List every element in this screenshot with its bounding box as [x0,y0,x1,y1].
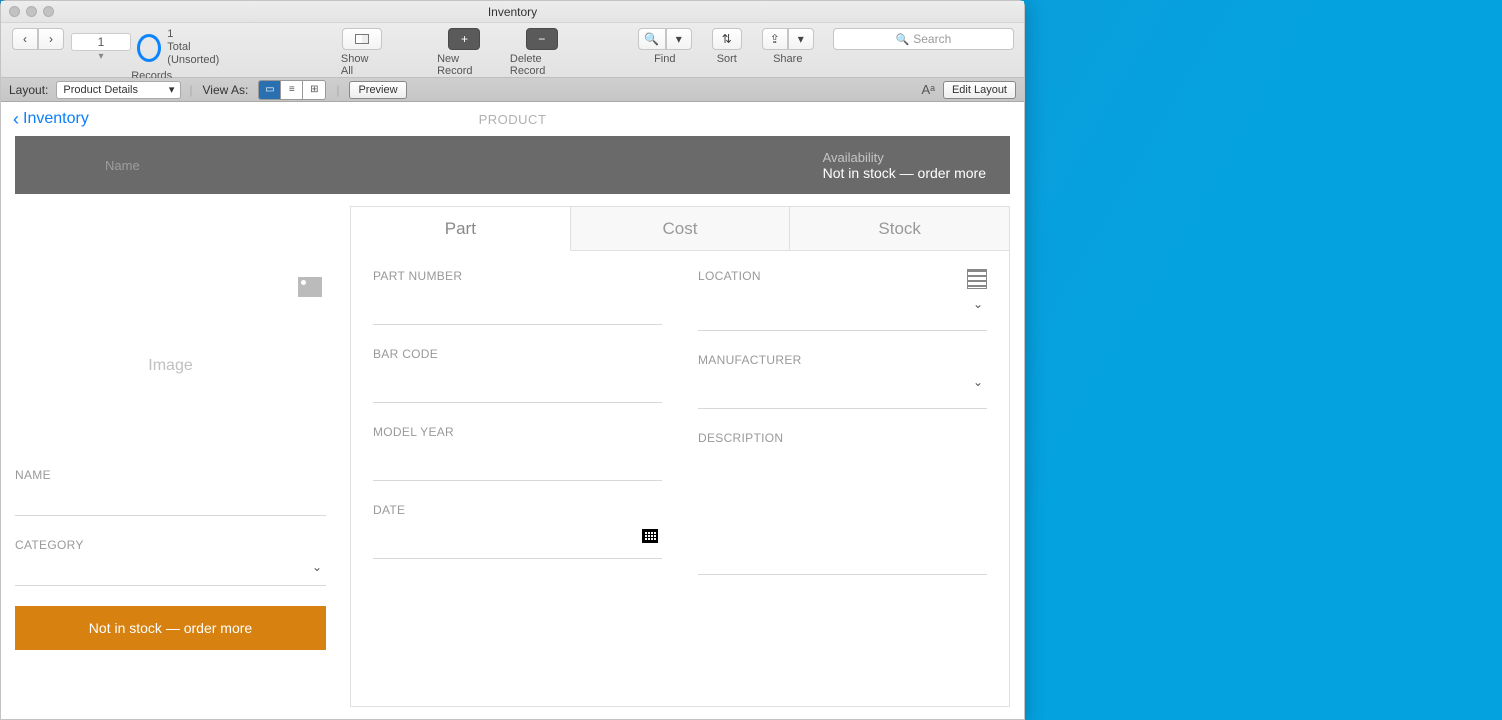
show-all-label: Show All [341,53,383,77]
list-icon[interactable] [967,269,987,289]
tab-cost[interactable]: Cost [571,207,791,251]
description-field[interactable] [698,445,987,575]
sort-label: Sort [717,53,737,65]
page-heading: PRODUCT [1,112,1024,127]
chevron-down-icon: ⌄ [973,297,983,311]
share-icon: ⇪ [770,32,780,46]
cards-icon [355,34,369,44]
find-label: Find [654,53,675,65]
record-pie-icon [137,34,161,62]
left-column: Image NAME CATEGORY ⌄ Not in stock — ord… [15,206,350,707]
record-banner: Name Availability Not in stock — order m… [15,136,1010,194]
app-window: Inventory ‹ › 1 ▾ 1 To [0,0,1025,720]
viewas-list[interactable]: ≡ [281,81,303,99]
record-sort-state: Total (Unsorted) [167,41,232,67]
location-label: LOCATION [698,269,967,283]
stock-status-button[interactable]: Not in stock — order more [15,606,326,650]
model-year-field[interactable] [373,439,662,481]
tab-stock[interactable]: Stock [790,207,1009,251]
next-record-button[interactable]: › [38,28,64,50]
record-index-field[interactable]: 1 [71,33,131,51]
layout-dropdown[interactable]: Product Details ▾ [56,81,181,99]
preview-button[interactable]: Preview [349,81,406,99]
chevron-down-icon: ⌄ [312,560,322,574]
viewas-form[interactable]: ▭ [259,81,281,99]
find-menu-button[interactable]: ▾ [666,28,692,50]
manufacturer-field[interactable]: ⌄ [698,367,987,409]
show-all-button[interactable] [342,28,382,50]
search-icon: 🔍 [896,33,910,46]
part-number-label: PART NUMBER [373,269,662,283]
manufacturer-label: MANUFACTURER [698,353,987,367]
banner-name-label: Name [105,158,823,173]
category-field-label: CATEGORY [15,538,326,552]
layout-label: Layout: [9,83,48,97]
bar-code-label: BAR CODE [373,347,662,361]
part-number-field[interactable] [373,283,662,325]
search-input[interactable]: 🔍 Search [833,28,1014,50]
viewas-label: View As: [203,83,249,97]
search-placeholder: Search [913,32,951,46]
viewas-table[interactable]: ⊞ [303,81,325,99]
model-year-label: MODEL YEAR [373,425,662,439]
share-menu-button[interactable]: ▾ [788,28,814,50]
edit-layout-button[interactable]: Edit Layout [943,81,1016,99]
bar-code-field[interactable] [373,361,662,403]
new-record-button[interactable]: + [448,28,480,50]
date-label: DATE [373,503,662,517]
chevron-down-icon: ▾ [169,83,175,96]
share-button[interactable]: ⇪ [762,28,788,50]
main-toolbar: ‹ › 1 ▾ 1 Total (Unsorted) Records [1,23,1024,78]
name-field[interactable] [15,482,326,516]
text-formatting-icon[interactable]: Aᵃ [921,82,935,97]
find-button[interactable]: 🔍 [638,28,666,50]
content-area: ‹ Inventory PRODUCT Name Availability No… [1,102,1024,719]
search-icon: 🔍 [644,32,659,46]
prev-record-button[interactable]: ‹ [12,28,38,50]
image-placeholder: Image [148,357,192,375]
titlebar: Inventory [1,1,1024,23]
sort-icon: ⇅ [722,32,732,46]
chevron-down-icon: ⌄ [973,375,983,389]
calendar-icon[interactable] [642,529,658,543]
delete-record-label: Delete Record [510,53,574,77]
name-field-label: NAME [15,468,326,482]
layout-value: Product Details [63,84,138,96]
detail-panel: Part Cost Stock PART NUMBER BAR CODE MOD… [350,206,1010,707]
banner-availability-value: Not in stock — order more [823,165,986,181]
layout-bar: Layout: Product Details ▾ | View As: ▭ ≡… [1,78,1024,102]
date-field[interactable] [373,517,662,559]
category-field[interactable]: ⌄ [15,552,326,586]
description-label: DESCRIPTION [698,431,987,445]
banner-availability-label: Availability [823,150,986,165]
window-title: Inventory [1,5,1024,19]
record-total: 1 [167,28,232,41]
picture-icon [298,277,322,297]
breadcrumb: ‹ Inventory PRODUCT [1,102,1024,136]
image-dropzone[interactable]: Image [15,206,326,446]
share-label: Share [773,53,802,65]
sort-button[interactable]: ⇅ [712,28,742,50]
new-record-label: New Record [437,53,492,77]
location-field[interactable]: ⌄ [698,289,987,331]
delete-record-button[interactable]: − [526,28,558,50]
tab-part[interactable]: Part [351,207,571,251]
